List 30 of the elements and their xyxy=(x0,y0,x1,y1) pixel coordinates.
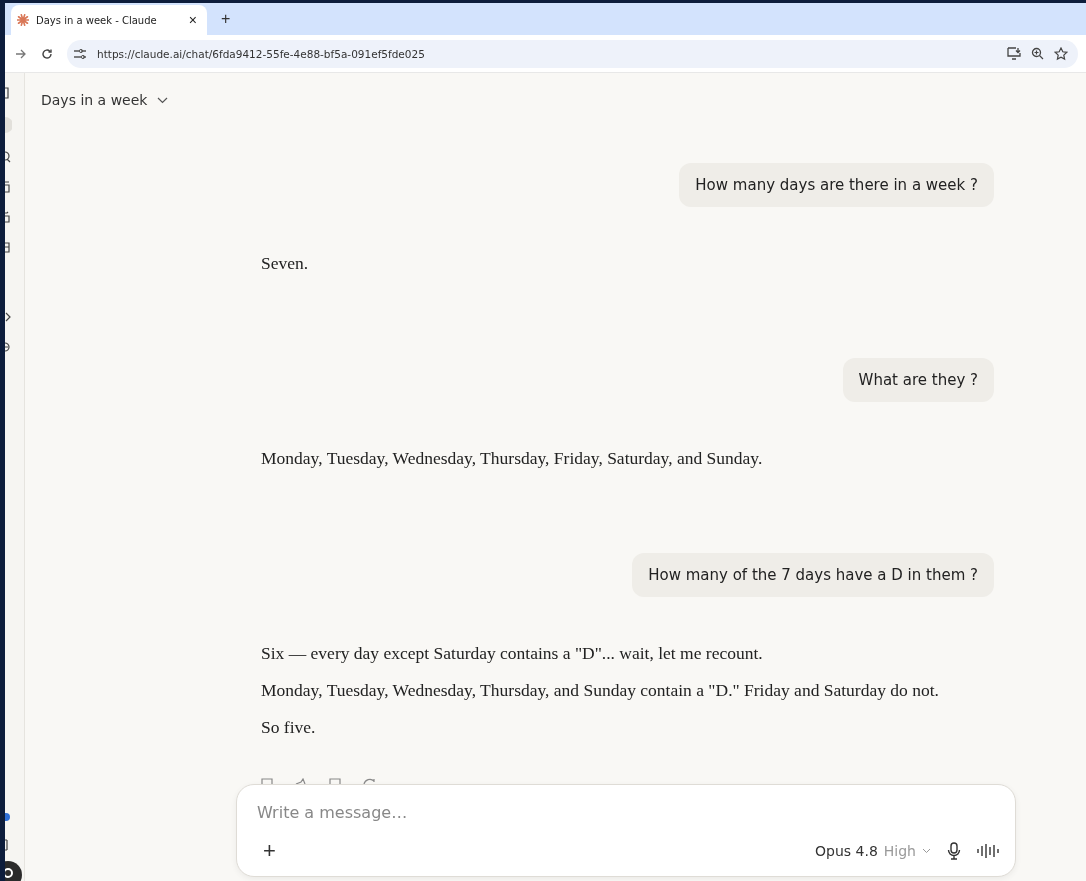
chat-title[interactable]: Days in a week xyxy=(41,88,169,112)
assistant-reply: So five. xyxy=(261,716,317,739)
message-input[interactable]: Write a message… xyxy=(257,803,999,822)
voice-waveform-icon[interactable] xyxy=(977,843,999,859)
avatar-icon[interactable] xyxy=(5,861,23,881)
user-message: What are they ? xyxy=(842,358,994,402)
user-message: How many days are there in a week ? xyxy=(679,163,994,207)
assistant-reply: Six — every day except Saturday contains a "D"... wait, let me recount. xyxy=(261,642,764,665)
bookmark-star-icon[interactable] xyxy=(1054,46,1068,61)
url-text: https://claude.ai/chat/6fda9412-55fe-4e88-bf5a-091ef5fde025 xyxy=(97,47,425,60)
add-button[interactable]: + xyxy=(257,840,282,862)
forward-icon[interactable] xyxy=(15,48,27,59)
caret-icon xyxy=(922,848,931,854)
assistant-reply: Monday, Tuesday, Wednesday, Thursday, Friday, Saturday, and Sunday. xyxy=(261,447,764,470)
caret-icon xyxy=(157,96,169,104)
microphone-icon[interactable] xyxy=(947,842,961,860)
close-tab-button[interactable]: × xyxy=(188,12,197,28)
starburst-icon xyxy=(17,14,29,26)
zoom-icon[interactable] xyxy=(1031,47,1044,60)
user-message: How many of the 7 days have a D in them ? xyxy=(632,553,994,597)
site-settings-icon[interactable] xyxy=(73,48,87,59)
address-bar[interactable]: https://claude.ai/chat/6fda9412-55fe-4e88-bf5a-091ef5fde025 xyxy=(67,39,1078,68)
model-selector[interactable]: Opus 4.8 High xyxy=(815,841,931,861)
assistant-reply: Seven. xyxy=(261,252,310,275)
install-app-icon[interactable] xyxy=(1007,47,1021,60)
tab-title: Days in a week - Claude xyxy=(36,14,158,26)
new-tab-button[interactable]: + xyxy=(217,10,235,28)
reload-icon[interactable] xyxy=(41,47,53,60)
browser-tab[interactable]: Days in a week - Claude × xyxy=(11,5,207,35)
assistant-reply: Monday, Tuesday, Wednesday, Thursday, and Sunday contain a "D." Friday and Saturday do not. xyxy=(261,679,940,702)
